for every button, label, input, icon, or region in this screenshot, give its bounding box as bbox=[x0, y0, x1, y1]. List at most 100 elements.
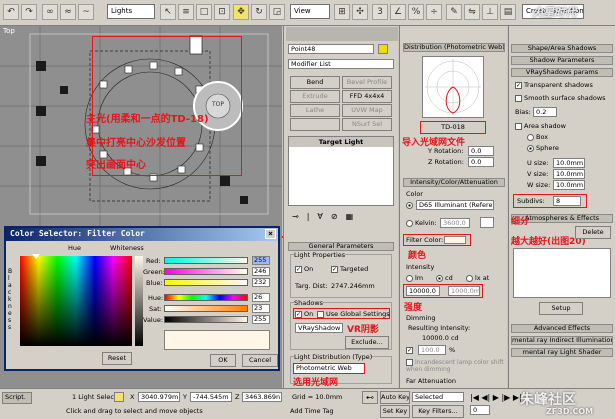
light-on-checkbox[interactable]: ✓ On bbox=[295, 265, 313, 273]
lx-distance-input[interactable]: 1000.0mm bbox=[448, 286, 480, 296]
scale-icon[interactable]: ◲ bbox=[269, 4, 285, 20]
lock-selection-icon[interactable] bbox=[114, 392, 124, 402]
pivot-icon[interactable]: ⊞ bbox=[334, 4, 350, 20]
smooth-shadows-checkbox[interactable]: Smooth surface shadows bbox=[515, 94, 606, 102]
illuminant-dropdown[interactable]: D65 Illuminant (Refere bbox=[416, 200, 494, 210]
hue-blackness-field[interactable] bbox=[20, 256, 132, 346]
lm-radio[interactable]: lm bbox=[406, 274, 423, 282]
remove-modifier-icon[interactable]: ⊘ bbox=[331, 212, 338, 224]
y-coordinate[interactable]: -744.545m bbox=[190, 392, 232, 402]
select-by-name-icon[interactable]: ≡ bbox=[178, 4, 194, 20]
setup-button[interactable]: Setup bbox=[539, 302, 583, 315]
window-crossing-icon[interactable]: ⊡ bbox=[214, 4, 230, 20]
kelvin-radio[interactable]: Kelvin: bbox=[406, 219, 437, 227]
lathe-button[interactable]: Lathe bbox=[290, 104, 340, 117]
box-radio[interactable]: Box bbox=[527, 133, 548, 141]
kelvin-swatch[interactable] bbox=[480, 217, 494, 228]
object-color-swatch[interactable] bbox=[378, 44, 388, 54]
bend-button[interactable]: Bend bbox=[290, 76, 340, 89]
pin-stack-icon[interactable]: ⊸ bbox=[292, 212, 299, 224]
rect-select-icon[interactable]: □ bbox=[196, 4, 212, 20]
set-key-button[interactable]: Set Key bbox=[380, 405, 410, 418]
undo-icon[interactable]: ↶ bbox=[3, 4, 19, 20]
kelvin-input[interactable]: 3600.0 bbox=[440, 218, 470, 228]
intensity-rollout[interactable]: Intensity/Color/Attenuation bbox=[403, 178, 505, 187]
sphere-radio[interactable]: Sphere bbox=[527, 144, 559, 152]
rotate-icon[interactable]: ↻ bbox=[251, 4, 267, 20]
move-icon[interactable]: ✥ bbox=[233, 4, 249, 20]
playback-controls[interactable]: |◀ ◀| ▶ |▶ ▶| bbox=[470, 393, 522, 402]
auto-key-button[interactable]: Auto Key bbox=[380, 391, 410, 404]
hue-pointer-icon[interactable] bbox=[32, 254, 40, 259]
vray-params-rollout[interactable]: VRayShadows params bbox=[511, 68, 613, 77]
script-listener[interactable]: Script. bbox=[2, 392, 32, 404]
named-selection-icon[interactable]: ✎ bbox=[446, 4, 462, 20]
close-icon[interactable]: × bbox=[265, 229, 276, 239]
select-manipulate-icon[interactable]: ✣ bbox=[352, 4, 368, 20]
snap-icon[interactable]: 3 bbox=[372, 4, 388, 20]
shadow-params-rollout[interactable]: Shadow Parameters bbox=[511, 56, 613, 65]
targeted-checkbox[interactable]: ✓ Targeted bbox=[331, 265, 368, 273]
red-input[interactable]: 255 bbox=[252, 256, 270, 265]
intensity-input[interactable]: 10000.0 bbox=[406, 286, 440, 296]
bind-icon[interactable]: ~ bbox=[78, 4, 94, 20]
empty-modifier-button[interactable] bbox=[290, 118, 340, 131]
shadow-type-dropdown[interactable]: VRayShadow bbox=[295, 323, 343, 333]
cd-radio[interactable]: cd bbox=[436, 274, 453, 282]
sat-input[interactable]: 23 bbox=[252, 304, 270, 313]
hue-input[interactable]: 26 bbox=[252, 293, 270, 302]
select-object-icon[interactable]: ↖ bbox=[160, 4, 176, 20]
modifier-list-dropdown[interactable]: Modifier List bbox=[288, 59, 394, 69]
w-size-input[interactable]: 10.0mm bbox=[553, 180, 585, 190]
delete-button[interactable]: Delete bbox=[575, 226, 611, 239]
green-slider[interactable] bbox=[164, 268, 248, 275]
y-rotation-input[interactable]: 0.0 bbox=[468, 146, 494, 156]
blackness-slider[interactable] bbox=[135, 256, 143, 346]
area-shadow-checkbox[interactable]: Area shadow bbox=[515, 122, 566, 130]
blue-input[interactable]: 232 bbox=[252, 278, 270, 287]
spinner-snap-icon[interactable]: ÷ bbox=[426, 4, 442, 20]
dimming-percent-input[interactable]: 100.0 bbox=[418, 345, 446, 355]
layer-icon[interactable]: ▤ bbox=[500, 4, 516, 20]
key-mode-icon[interactable]: ⊷ bbox=[362, 391, 378, 404]
mirror-icon[interactable]: ⇋ bbox=[464, 4, 480, 20]
modifier-stack[interactable]: Target Light bbox=[288, 136, 394, 206]
red-slider[interactable] bbox=[164, 257, 248, 264]
shape-area-rollout[interactable]: Shape/Area Shadows bbox=[511, 44, 613, 53]
ffd-button[interactable]: FFD 4x4x4 bbox=[342, 90, 392, 103]
shadow-on-checkbox[interactable]: ✓ On bbox=[295, 310, 313, 318]
blue-slider[interactable] bbox=[164, 279, 248, 286]
redo-icon[interactable]: ↷ bbox=[21, 4, 37, 20]
effects-list[interactable] bbox=[513, 248, 611, 298]
bevel-profile-button[interactable]: Bevel Profile bbox=[342, 76, 392, 89]
align-icon[interactable]: ⊥ bbox=[482, 4, 498, 20]
hue-slider[interactable] bbox=[164, 294, 248, 301]
x-coordinate[interactable]: 3040.979m bbox=[138, 392, 180, 402]
mental-ray-indirect-rollout[interactable]: mental ray Indirect Illumination bbox=[511, 336, 613, 345]
filter-color-swatch[interactable] bbox=[444, 236, 466, 244]
dimming-checkbox[interactable]: ✓ bbox=[406, 346, 415, 354]
key-selection-dropdown[interactable]: Selected bbox=[412, 392, 464, 402]
general-params-rollout[interactable]: General Parameters bbox=[288, 242, 394, 251]
nsurf-sel-button[interactable]: NSurf Sel bbox=[342, 118, 392, 131]
current-frame[interactable]: 0 bbox=[470, 405, 490, 415]
selection-filter-dropdown[interactable]: Lights bbox=[107, 4, 155, 19]
illuminant-radio[interactable] bbox=[406, 201, 415, 209]
configure-icon[interactable]: ▦ bbox=[346, 212, 354, 224]
uvw-map-button[interactable]: UVW Map bbox=[342, 104, 392, 117]
link-icon[interactable]: ∞ bbox=[42, 4, 58, 20]
show-end-icon[interactable]: | bbox=[307, 212, 310, 224]
exclude-button[interactable]: Exclude... bbox=[345, 336, 389, 349]
lx-radio[interactable]: lx at bbox=[466, 274, 489, 282]
object-name-field[interactable]: Point48 bbox=[288, 44, 374, 54]
bias-input[interactable]: 0.2 bbox=[533, 107, 557, 117]
z-rotation-input[interactable]: 0.0 bbox=[468, 157, 494, 167]
green-input[interactable]: 246 bbox=[252, 267, 270, 276]
angle-snap-icon[interactable]: ∠ bbox=[390, 4, 406, 20]
ok-button[interactable]: OK bbox=[210, 354, 236, 367]
make-unique-icon[interactable]: ∀ bbox=[317, 212, 322, 224]
transparent-shadows-checkbox[interactable]: ✓ Transparent shadows bbox=[515, 81, 593, 89]
panel-tabs[interactable] bbox=[286, 27, 398, 41]
percent-snap-icon[interactable]: % bbox=[408, 4, 424, 20]
web-file-button[interactable]: TD-018 bbox=[420, 121, 486, 134]
